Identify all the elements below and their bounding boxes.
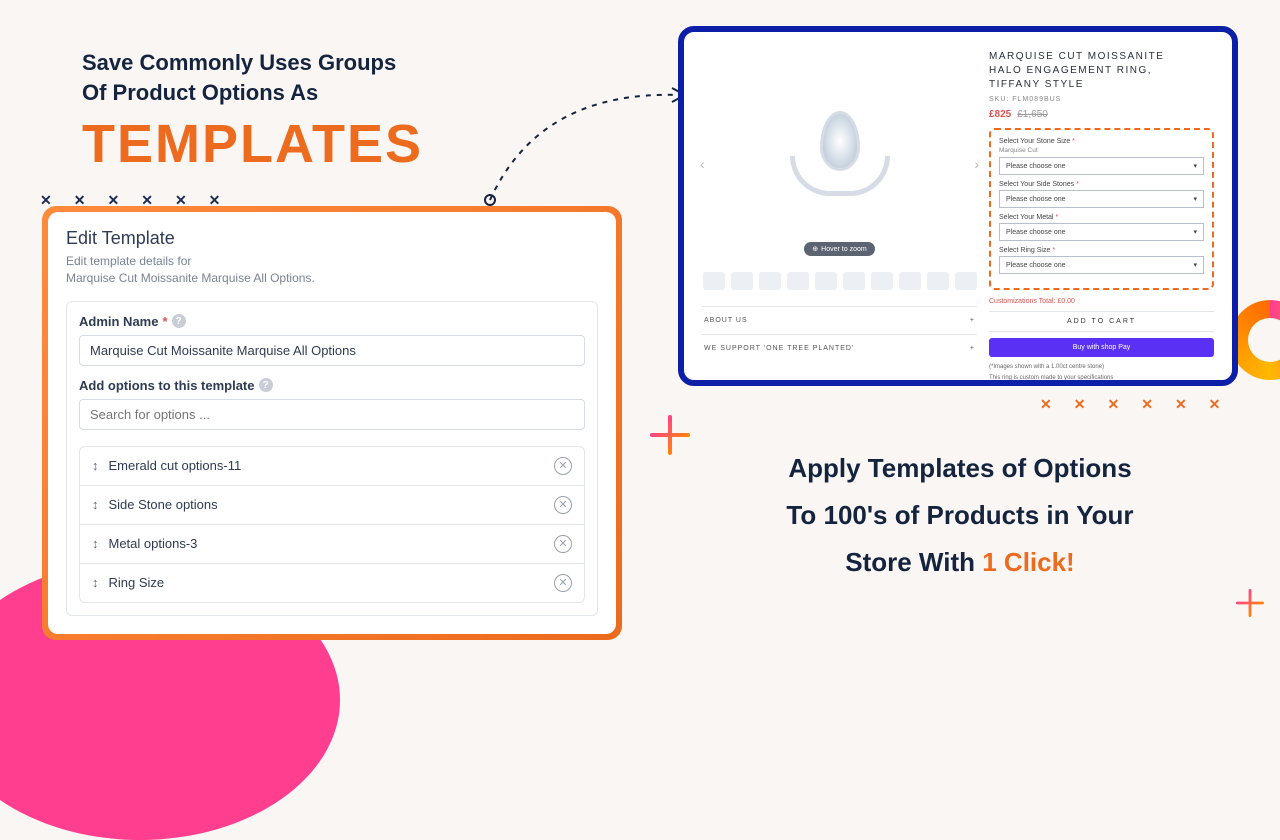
accordion-about[interactable]: ABOUT US+ (702, 306, 977, 334)
ring-size-label: Select Ring Size * (999, 247, 1204, 254)
product-page-mock: ‹ › ⊕Hover to zoom ABOUT US+ WE SUPPORT … (678, 26, 1238, 386)
panel-subtitle: Edit template details for Marquise Cut M… (66, 253, 598, 287)
help-icon[interactable]: ? (172, 314, 186, 328)
headline-line-2: Of Product Options As (82, 78, 423, 108)
admin-name-input[interactable] (79, 335, 585, 366)
option-row[interactable]: ↕ Emerald cut options-11 ✕ (80, 447, 584, 486)
hover-zoom-button[interactable]: ⊕Hover to zoom (804, 242, 874, 256)
headline-right: Apply Templates of Options To 100's of P… (700, 445, 1220, 585)
option-label: Emerald cut options-11 (109, 458, 242, 473)
fine-print: (*Images shown with a 1.00ct centre ston… (989, 363, 1214, 372)
product-sku: SKU: FLM089BUS (989, 96, 1214, 103)
metal-label: Select Your Metal * (999, 214, 1204, 221)
add-options-label: Add options to this template ? (79, 378, 585, 393)
search-options-input[interactable] (79, 399, 585, 430)
thumbnail[interactable] (871, 272, 893, 290)
thumbnail[interactable] (899, 272, 921, 290)
drag-handle-icon[interactable]: ↕ (92, 497, 99, 512)
thumbnail[interactable] (955, 272, 977, 290)
accordion-tree[interactable]: WE SUPPORT 'ONE TREE PLANTED'+ (702, 334, 977, 362)
remove-option-button[interactable]: ✕ (554, 574, 572, 592)
admin-name-label: Admin Name * ? (79, 314, 585, 329)
headline-r-line-3: Store With 1 Click! (700, 539, 1220, 586)
option-label: Side Stone options (109, 497, 218, 512)
chevron-down-icon: ▾ (1193, 162, 1197, 170)
stone-size-label: Select Your Stone Size * (999, 138, 1204, 145)
option-row[interactable]: ↕ Ring Size ✕ (80, 564, 584, 602)
thumbnail[interactable] (815, 272, 837, 290)
headline-templates: TEMPLATES (82, 113, 423, 175)
drag-handle-icon[interactable]: ↕ (92, 575, 99, 590)
thumbnail[interactable] (703, 272, 725, 290)
stone-size-select[interactable]: Please choose one▾ (999, 157, 1204, 175)
product-ring-image (780, 111, 900, 201)
side-stones-label: Select Your Side Stones * (999, 181, 1204, 188)
option-row[interactable]: ↕ Metal options-3 ✕ (80, 525, 584, 564)
add-to-cart-button[interactable]: ADD TO CART (989, 311, 1214, 332)
panel-title: Edit Template (66, 228, 598, 249)
buy-with-shoppay-button[interactable]: Buy with shop Pay (989, 338, 1214, 357)
product-thumbnails (702, 272, 977, 290)
drag-handle-icon[interactable]: ↕ (92, 536, 99, 551)
headline-r-line-2: To 100's of Products in Your (700, 492, 1220, 539)
option-label: Metal options-3 (109, 536, 198, 551)
thumbnail[interactable] (759, 272, 781, 290)
headline-r-line-1: Apply Templates of Options (700, 445, 1220, 492)
headline-line-1: Save Commonly Uses Groups (82, 48, 423, 78)
sparkle-icon (650, 415, 690, 455)
customizations-total: Customizations Total: £0.00 (989, 298, 1214, 305)
dashed-arrow (480, 80, 690, 210)
product-image-area: ‹ › ⊕Hover to zoom (702, 50, 977, 262)
chevron-down-icon: ▾ (1193, 261, 1197, 269)
sparkle-icon (1236, 589, 1264, 617)
product-title: MARQUISE CUT MOISSANITE HALO ENGAGEMENT … (989, 50, 1214, 92)
edit-template-panel: Edit Template Edit template details for … (42, 206, 622, 640)
product-price: £825£1,650 (989, 109, 1214, 120)
next-image-icon[interactable]: › (974, 156, 979, 172)
headline-left: Save Commonly Uses Groups Of Product Opt… (82, 48, 423, 175)
remove-option-button[interactable]: ✕ (554, 496, 572, 514)
thumbnail[interactable] (731, 272, 753, 290)
drag-handle-icon[interactable]: ↕ (92, 458, 99, 473)
chevron-down-icon: ▾ (1193, 228, 1197, 236)
help-icon[interactable]: ? (259, 378, 273, 392)
option-label: Ring Size (109, 575, 165, 590)
thumbnail[interactable] (927, 272, 949, 290)
x-decoration-row: ✕✕✕✕✕✕ (1040, 396, 1220, 413)
side-stones-select[interactable]: Please choose one▾ (999, 190, 1204, 208)
thumbnail[interactable] (843, 272, 865, 290)
thumbnail[interactable] (787, 272, 809, 290)
stone-size-sub: Marquise Cut (999, 147, 1204, 154)
fine-print: Please select your preferred moissanite … (989, 385, 1214, 386)
remove-option-button[interactable]: ✕ (554, 535, 572, 553)
metal-select[interactable]: Please choose one▾ (999, 223, 1204, 241)
chevron-down-icon: ▾ (1193, 195, 1197, 203)
remove-option-button[interactable]: ✕ (554, 457, 572, 475)
prev-image-icon[interactable]: ‹ (700, 156, 705, 172)
options-list: ↕ Emerald cut options-11 ✕ ↕ Side Stone op… (79, 446, 585, 603)
ring-size-select[interactable]: Please choose one▾ (999, 256, 1204, 274)
fine-print: This ring is custom made to your specifi… (989, 374, 1214, 383)
product-options-highlighted: Select Your Stone Size * Marquise Cut Pl… (989, 128, 1214, 290)
option-row[interactable]: ↕ Side Stone options ✕ (80, 486, 584, 525)
